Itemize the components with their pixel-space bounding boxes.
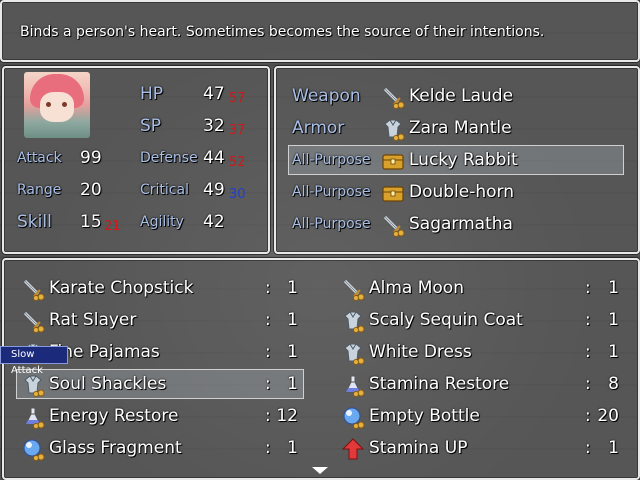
inventory-item-quantity: 1 [287, 374, 298, 394]
orb-icon [21, 437, 45, 461]
defense-value: 44 [203, 148, 225, 168]
inventory-item-name[interactable]: Alma Moon [369, 278, 464, 298]
chest-icon [381, 181, 405, 205]
inventory-item-name[interactable]: Scaly Sequin Coat [369, 310, 523, 330]
armor-icon [381, 117, 405, 141]
inventory-item-name[interactable]: Karate Chopstick [49, 278, 193, 298]
equipment-slot-label: All-Purpose [292, 184, 371, 200]
quantity-separator: : [585, 342, 591, 362]
inventory-item-name[interactable]: Rat Slayer [49, 310, 136, 330]
quantity-separator: : [585, 278, 591, 298]
inventory-item-name[interactable]: Glass Fragment [49, 438, 182, 458]
sp-label: SP [140, 116, 162, 136]
quantity-separator: : [265, 438, 271, 458]
quantity-separator: : [265, 342, 271, 362]
orb-icon [341, 405, 365, 429]
skill-label: Skill [17, 212, 52, 232]
armor-icon [341, 309, 365, 333]
inventory-item-quantity: 12 [276, 406, 298, 426]
critical-bonus: 30 [229, 187, 246, 202]
defense-label: Defense [140, 150, 198, 166]
up-arrow-icon [341, 437, 365, 461]
quantity-separator: : [265, 374, 271, 394]
inventory-item-name[interactable]: Stamina UP [369, 438, 467, 458]
sword-icon [21, 309, 45, 333]
defense-bonus: 52 [229, 155, 246, 170]
chest-icon [381, 149, 405, 173]
range-value: 20 [80, 180, 102, 200]
inventory-item-quantity: 1 [287, 342, 298, 362]
inventory-item-name[interactable]: Stamina Restore [369, 374, 509, 394]
critical-value: 49 [203, 180, 225, 200]
equipment-slot-label: All-Purpose [292, 152, 371, 168]
quantity-separator: : [585, 406, 591, 426]
inventory-item-quantity: 1 [608, 278, 619, 298]
inventory-item-quantity: 1 [608, 342, 619, 362]
hp-label: HP [140, 84, 164, 104]
sp-bonus: 37 [229, 123, 246, 138]
equipment-item-name[interactable]: Zara Mantle [409, 118, 512, 138]
inventory-item-quantity: 8 [608, 374, 619, 394]
equipment-slot-label: All-Purpose [292, 216, 371, 232]
equipment-item-name[interactable]: Double-horn [409, 182, 514, 202]
quantity-separator: : [265, 406, 271, 426]
agility-value: 42 [203, 212, 225, 232]
quantity-separator: : [585, 310, 591, 330]
inventory-item-name[interactable]: Empty Bottle [369, 406, 480, 426]
armor-icon [341, 341, 365, 365]
range-label: Range [17, 182, 62, 198]
sword-icon [341, 277, 365, 301]
inventory-item-quantity: 1 [608, 310, 619, 330]
inventory-item-quantity: 1 [287, 438, 298, 458]
sword-icon [381, 213, 405, 237]
help-text: Binds a person's heart. Sometimes become… [20, 24, 545, 40]
skill-tooltip: Slow Attack [0, 346, 68, 376]
character-portrait [24, 72, 90, 138]
equipment-slot-label: Weapon [292, 86, 361, 106]
inventory-item-quantity: 20 [597, 406, 619, 426]
potion-icon [21, 405, 45, 429]
skill-bonus: 21 [104, 219, 121, 234]
sword-icon [21, 277, 45, 301]
inventory-item-quantity: 1 [287, 278, 298, 298]
skill-value: 15 [80, 212, 102, 232]
inventory-item-quantity: 1 [287, 310, 298, 330]
attack-value: 99 [80, 148, 102, 168]
hp-bonus: 57 [229, 91, 246, 106]
help-window: Binds a person's heart. Sometimes become… [0, 0, 640, 62]
inventory-item-name[interactable]: White Dress [369, 342, 472, 362]
equipment-item-name[interactable]: Lucky Rabbit [409, 150, 518, 170]
equipment-item-name[interactable]: Kelde Laude [409, 86, 513, 106]
hp-value: 47 [203, 84, 225, 104]
critical-label: Critical [140, 182, 189, 198]
equipment-item-name[interactable]: Sagarmatha [409, 214, 513, 234]
sp-value: 32 [203, 116, 225, 136]
quantity-separator: : [585, 438, 591, 458]
inventory-item-quantity: 1 [608, 438, 619, 458]
quantity-separator: : [265, 310, 271, 330]
potion-icon [341, 373, 365, 397]
quantity-separator: : [585, 374, 591, 394]
sword-icon [381, 85, 405, 109]
inventory-item-name[interactable]: Soul Shackles [49, 374, 166, 394]
quantity-separator: : [265, 278, 271, 298]
inventory-item-name[interactable]: Energy Restore [49, 406, 178, 426]
equipment-slot-label: Armor [292, 118, 345, 138]
scroll-down-arrow-icon[interactable] [312, 467, 328, 474]
attack-label: Attack [17, 150, 62, 166]
agility-label: Agility [140, 214, 184, 230]
